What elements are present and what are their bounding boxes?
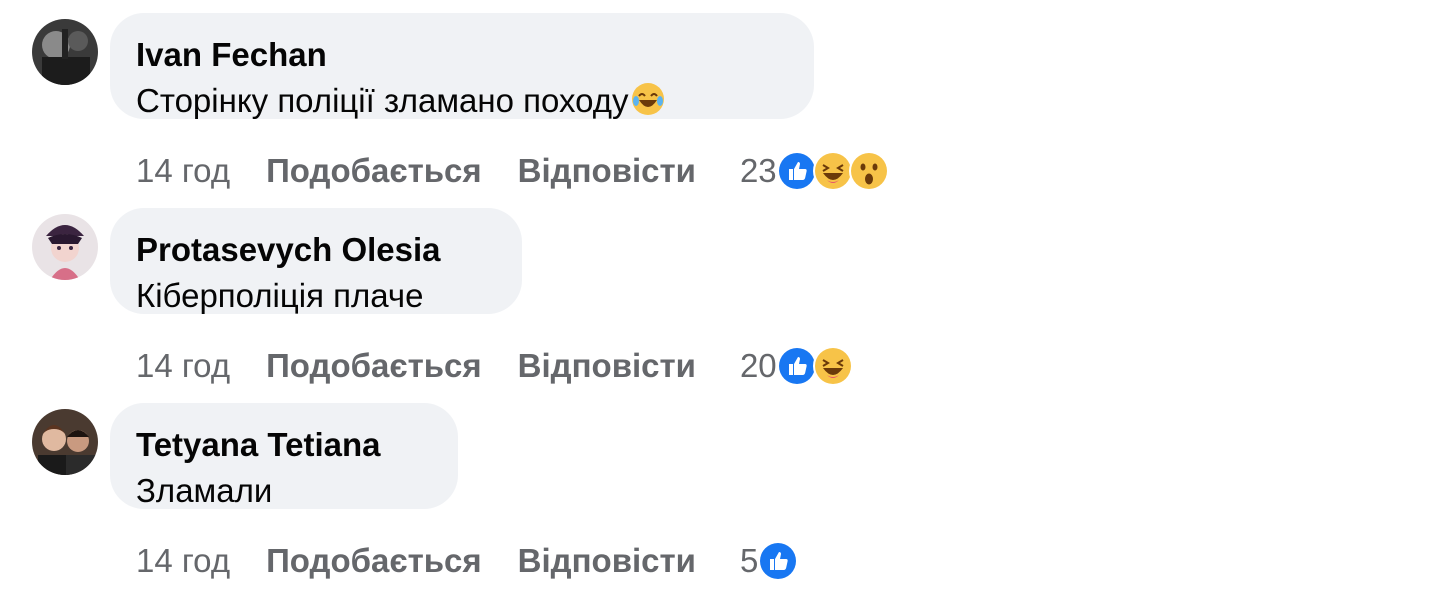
reactions-summary[interactable]: 5 <box>739 541 799 581</box>
comment-author[interactable]: Tetyana Tetiana <box>136 425 432 465</box>
reaction-count: 20 <box>739 347 777 384</box>
haha-icon <box>812 151 853 191</box>
comment-actions: 14 год Подобається Відповісти 20 <box>136 344 853 388</box>
reply-button[interactable]: Відповісти <box>518 152 696 190</box>
like-icon <box>776 346 817 386</box>
wow-icon <box>848 151 889 191</box>
like-icon <box>776 151 817 191</box>
comment-actions: 14 год Подобається Відповісти 5 <box>136 539 799 583</box>
comment-author[interactable]: Ivan Fechan <box>136 35 788 75</box>
comment-text-content: Сторінку поліції зламано походу <box>136 82 629 119</box>
comment: Protasevych Olesia Кіберполіція плаче 14… <box>0 195 1440 390</box>
reaction-count: 5 <box>739 542 759 579</box>
comment-actions: 14 год Подобається Відповісти 23 <box>136 149 889 193</box>
like-button[interactable]: Подобається <box>266 542 482 580</box>
reply-button[interactable]: Відповісти <box>518 347 696 385</box>
comment-text: Зламали <box>136 472 273 509</box>
comment-author[interactable]: Protasevych Olesia <box>136 230 496 270</box>
comment-bubble: Tetyana Tetiana Зламали <box>110 403 458 509</box>
laughing-tears-emoji-icon <box>631 82 665 127</box>
reactions-summary[interactable]: 23 <box>740 151 889 191</box>
comment-timestamp[interactable]: 14 год <box>136 152 230 190</box>
like-button[interactable]: Подобається <box>266 152 482 190</box>
like-button[interactable]: Подобається <box>266 347 482 385</box>
comment-timestamp[interactable]: 14 год <box>136 542 230 580</box>
avatar[interactable] <box>32 409 98 475</box>
reply-button[interactable]: Відповісти <box>518 542 696 580</box>
reaction-count: 23 <box>739 152 777 189</box>
comment-timestamp[interactable]: 14 год <box>136 347 230 385</box>
avatar[interactable] <box>32 19 98 85</box>
comment: Tetyana Tetiana Зламали 14 год Подобаєть… <box>0 390 1440 585</box>
comment: Ivan Fechan Сторінку поліції зламано пох… <box>0 0 1440 195</box>
comment-text: Сторінку поліції зламано походу <box>136 79 788 127</box>
haha-icon <box>812 346 853 386</box>
comment-text: Кіберполіція плаче <box>136 277 424 314</box>
comment-bubble: Ivan Fechan Сторінку поліції зламано пох… <box>110 13 814 119</box>
like-icon <box>758 541 799 581</box>
comment-bubble: Protasevych Olesia Кіберполіція плаче <box>110 208 522 314</box>
reactions-summary[interactable]: 20 <box>740 346 853 386</box>
avatar[interactable] <box>32 214 98 280</box>
